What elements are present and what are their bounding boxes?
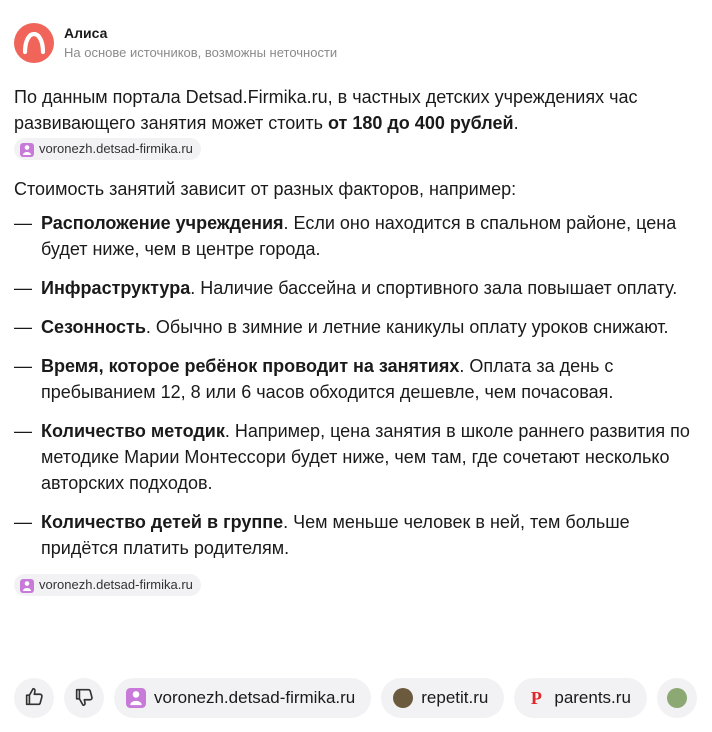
list-item: — Сезонность. Обычно в зимние и летние ка… <box>14 314 694 340</box>
source-button-detsad[interactable]: voronezh.detsad-firmika.ru <box>114 678 372 718</box>
dislike-button[interactable] <box>64 678 104 718</box>
detsad-favicon-icon <box>126 688 146 708</box>
source-button-label: voronezh.detsad-firmika.ru <box>154 688 356 707</box>
detsad-favicon-icon <box>20 142 34 157</box>
intro-paragraph: По данным портала Detsad.Firmika.ru, в ч… <box>14 84 694 136</box>
factor-title: Время, которое ребёнок проводит на занят… <box>41 356 460 376</box>
list-dash: — <box>14 356 32 376</box>
thumbs-down-icon <box>73 686 95 711</box>
repetit-favicon-icon <box>393 688 414 708</box>
source-chip-label: voronezh.detsad-firmika.ru <box>39 141 193 156</box>
factor-title: Количество методик <box>41 421 225 441</box>
detsad-favicon-icon <box>20 578 34 593</box>
factor-title: Количество детей в группе <box>41 512 284 532</box>
alice-avatar-icon <box>14 23 54 63</box>
source-button-label: repetit.ru <box>421 688 489 707</box>
answer-card: Алиса На основе источников, возможны нет… <box>0 0 712 732</box>
answer-body: По данным портала Detsad.Firmika.ru, в ч… <box>14 84 694 600</box>
assistant-disclaimer: На основе источников, возможны неточност… <box>64 45 338 60</box>
factors-lead: Стоимость занятий зависит от разных факт… <box>14 179 517 199</box>
parents-favicon-icon: P <box>530 687 542 708</box>
source-chip[interactable]: voronezh.detsad-firmika.ru <box>14 138 201 160</box>
footer-actions: voronezh.detsad-firmika.ru repetit.ru P … <box>14 678 707 718</box>
list-dash: — <box>14 317 32 337</box>
intro-text: По данным портала Detsad.Firmika.ru, в ч… <box>14 87 638 133</box>
assistant-name: Алиса <box>64 25 108 41</box>
intro-end: . <box>513 113 519 133</box>
factors-list: — Расположение учреждения. Если оно наход… <box>14 210 694 561</box>
factor-title: Расположение учреждения <box>41 213 284 233</box>
list-item: — Количество детей в группе. Чем меньше ч… <box>14 509 694 561</box>
list-dash: — <box>14 512 32 532</box>
source-button-label: parents.ru <box>554 688 631 707</box>
factor-title: Инфраструктура <box>41 278 191 298</box>
source-favicon-icon <box>666 688 687 708</box>
list-item: — Количество методик. Например, цена заня… <box>14 418 694 496</box>
more-sources-button[interactable] <box>656 678 697 718</box>
source-chip-label: voronezh.detsad-firmika.ru <box>39 577 193 592</box>
source-button-parents[interactable]: P parents.ru <box>514 678 647 718</box>
like-button[interactable] <box>14 678 54 718</box>
list-item: — Инфраструктура. Наличие бассейна и спор… <box>14 275 694 301</box>
source-button-repetit[interactable]: repetit.ru <box>381 678 505 718</box>
intro-price: от 180 до 400 рублей <box>327 113 514 133</box>
assistant-header: Алиса На основе источников, возможны нет… <box>14 22 337 64</box>
list-dash: — <box>14 213 32 233</box>
list-item: — Расположение учреждения. Если оно наход… <box>14 210 694 262</box>
factor-text: . Обычно в зимние и летние каникулы опла… <box>145 317 669 337</box>
source-chip[interactable]: voronezh.detsad-firmika.ru <box>14 574 201 596</box>
list-item: — Время, которое ребёнок проводит на заня… <box>14 353 694 405</box>
factor-title: Сезонность <box>41 317 146 337</box>
factor-text: . Наличие бассейна и спортивного зала по… <box>190 278 678 298</box>
list-dash: — <box>14 278 32 298</box>
thumbs-up-icon <box>23 686 45 711</box>
list-dash: — <box>14 421 32 441</box>
